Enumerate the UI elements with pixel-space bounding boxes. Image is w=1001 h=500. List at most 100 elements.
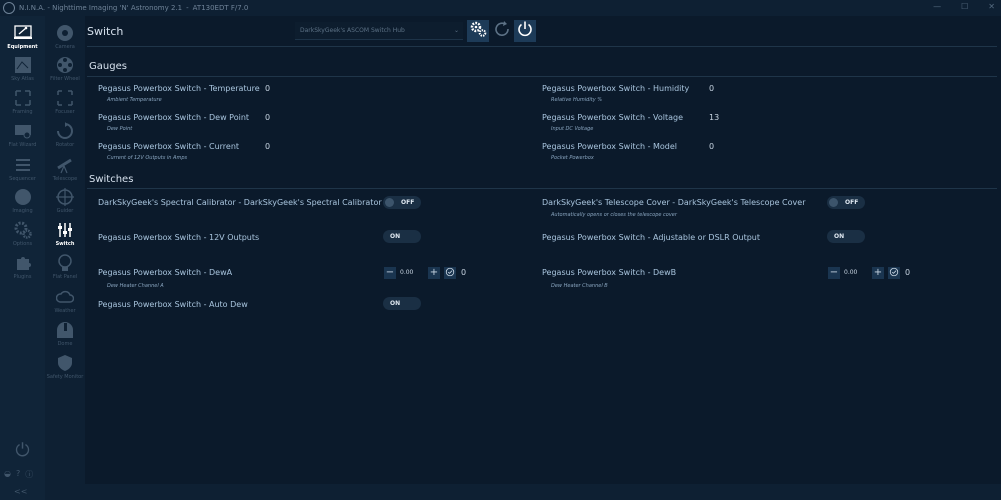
spectral-calibrator-toggle[interactable]: OFF <box>383 196 421 209</box>
nav-sky-atlas[interactable]: Sky Atlas <box>0 56 45 82</box>
shield-icon <box>56 354 74 372</box>
nav-imaging[interactable]: Imaging <box>0 188 45 214</box>
shutdown-button[interactable]: ⏻ <box>0 440 45 461</box>
gauges-divider <box>87 76 997 77</box>
gauge-description: Dew Point <box>107 126 133 132</box>
gauge-value: 0 <box>265 84 271 93</box>
nav-flat-wizard-label: Flat Wizard <box>8 142 37 148</box>
help-icon[interactable]: ? <box>16 469 20 480</box>
nav-sky-atlas-label: Sky Atlas <box>11 76 34 82</box>
dewb-input[interactable]: 0.00 <box>844 269 857 276</box>
nav-plugins[interactable]: Plugins <box>0 254 45 280</box>
info-icon[interactable]: ⓘ <box>25 469 33 480</box>
setup-button[interactable] <box>467 20 489 42</box>
nav-rotator[interactable]: Rotator <box>45 122 85 148</box>
nav-focuser-label: Focuser <box>55 109 75 115</box>
flat-panel-icon <box>56 254 74 272</box>
decrement-button[interactable]: − <box>384 267 396 279</box>
connect-button[interactable] <box>514 20 536 42</box>
nav-equipment-label: Equipment <box>7 44 38 50</box>
apply-button[interactable] <box>444 267 456 279</box>
nav-focuser[interactable]: Focuser <box>45 89 85 115</box>
gauge-value: 0 <box>709 84 715 93</box>
nav-guider[interactable]: Guider <box>45 188 85 214</box>
nav-options[interactable]: Options <box>0 221 45 247</box>
focuser-icon <box>56 89 74 107</box>
header-divider <box>87 46 997 47</box>
gauge-name: Pegasus Powerbox Switch - Temperature <box>98 84 260 93</box>
adjustable-output-toggle[interactable]: ON <box>827 230 865 243</box>
nav-flat-wizard[interactable]: Flat Wizard <box>0 122 45 148</box>
gauge-name: Pegasus Powerbox Switch - Model <box>542 142 678 151</box>
close-button[interactable]: ✕ <box>988 2 995 11</box>
status-bar <box>85 484 1001 500</box>
nav-camera[interactable]: Camera <box>45 24 85 50</box>
switch-name: Pegasus Powerbox Switch - DewB <box>542 268 677 277</box>
switch-name: Pegasus Powerbox Switch - Adjustable or … <box>542 233 760 242</box>
minimize-button[interactable]: — <box>933 2 941 11</box>
toggle-state: OFF <box>845 199 859 206</box>
telescope-icon <box>56 156 74 174</box>
nav-weather[interactable]: Weather <box>45 288 85 314</box>
nav-switch[interactable]: Switch <box>45 221 85 247</box>
decrement-button[interactable]: − <box>828 267 840 279</box>
filter-wheel-icon <box>56 56 74 74</box>
switch-description: Dew Heater Channel B <box>551 283 608 289</box>
switch-name: DarkSkyGeek's Telescope Cover - DarkSkyG… <box>542 198 806 207</box>
camera-icon <box>56 24 74 42</box>
nav-dome[interactable]: Dome <box>45 321 85 347</box>
nav-equipment[interactable]: Equipment <box>0 24 45 50</box>
app-name: N.I.N.A. - Nighttime Imaging 'N' Astrono… <box>19 4 183 12</box>
toggle-knob <box>829 198 838 207</box>
gauge-value: 0 <box>265 113 271 122</box>
dome-icon <box>56 321 74 339</box>
nav-telescope[interactable]: Telescope <box>45 156 85 182</box>
primary-sidebar: Equipment Sky Atlas Framing Flat Wizard … <box>0 16 45 500</box>
refresh-button[interactable] <box>491 20 513 42</box>
auto-dew-toggle[interactable]: ON <box>383 297 421 310</box>
plugins-icon <box>14 254 32 272</box>
dewb-stepper: − 0.00 + 0 <box>828 267 918 279</box>
gauge-name: Pegasus Powerbox Switch - Voltage <box>542 113 684 122</box>
equipment-sidebar: Camera Filter Wheel Focuser Rotator Tele… <box>45 16 85 500</box>
12v-outputs-toggle[interactable]: ON <box>383 230 421 243</box>
title-bar: N.I.N.A. - Nighttime Imaging 'N' Astrono… <box>0 0 1001 16</box>
toggle-state: ON <box>390 300 401 307</box>
telescope-cover-toggle[interactable]: OFF <box>827 196 865 209</box>
nav-flat-panel[interactable]: Flat Panel <box>45 254 85 280</box>
nav-rotator-label: Rotator <box>55 142 75 148</box>
collapse-sidebar-button[interactable]: << <box>14 487 27 496</box>
switch-name: Pegasus Powerbox Switch - DewA <box>98 268 233 277</box>
toggle-knob <box>385 198 394 207</box>
dewa-stepper: − 0.00 + 0 <box>384 267 474 279</box>
gauge-description: Ambient Temperature <box>107 97 162 103</box>
nav-plugins-label: Plugins <box>13 274 32 280</box>
nav-safety-monitor[interactable]: Safety Monitor <box>45 354 85 380</box>
switch-description: Automatically opens or closes the telesc… <box>551 212 677 218</box>
theme-icon[interactable]: ◒ <box>4 469 11 480</box>
rotator-icon <box>56 122 74 140</box>
dewb-value: 0 <box>905 268 911 277</box>
switch-hub-select[interactable]: DarkSkyGeek's ASCOM Switch Hub ⌄ <box>295 22 463 40</box>
chevron-down-icon: ⌄ <box>453 27 459 34</box>
apply-button[interactable] <box>888 267 900 279</box>
switch-name: Pegasus Powerbox Switch - Auto Dew <box>98 300 248 309</box>
gears-icon <box>469 20 487 42</box>
nav-filter-wheel-label: Filter Wheel <box>50 76 80 82</box>
gauges-title: Gauges <box>89 61 127 72</box>
increment-button[interactable]: + <box>872 267 884 279</box>
weather-icon <box>55 288 75 306</box>
nav-filter-wheel[interactable]: Filter Wheel <box>45 56 85 82</box>
maximize-button[interactable]: ☐ <box>961 2 968 11</box>
switch-name: Pegasus Powerbox Switch - 12V Outputs <box>98 233 260 242</box>
nav-framing[interactable]: Framing <box>0 89 45 115</box>
nav-sequencer[interactable]: Sequencer <box>0 156 45 182</box>
gauge-value: 13 <box>709 113 720 122</box>
increment-button[interactable]: + <box>428 267 440 279</box>
check-circle-icon <box>445 267 455 280</box>
nav-imaging-label: Imaging <box>12 208 33 214</box>
nav-flat-panel-label: Flat Panel <box>52 274 78 280</box>
refresh-icon <box>493 20 511 42</box>
nav-camera-label: Camera <box>55 44 75 50</box>
dewa-input[interactable]: 0.00 <box>400 269 413 276</box>
